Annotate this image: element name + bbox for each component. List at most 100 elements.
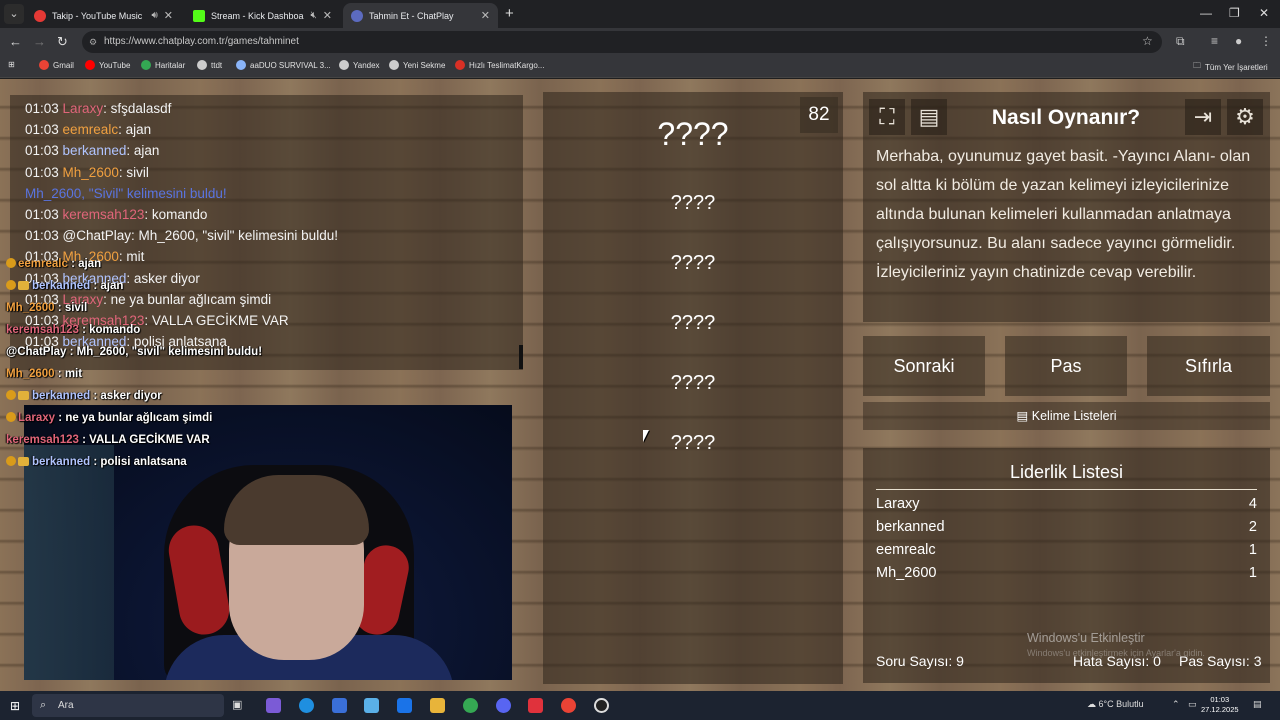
all-bookmarks[interactable]: 🗀︎ Tüm Yer İşaretleri	[1193, 60, 1268, 74]
overlay-chat-message: berkanned : ajan	[6, 280, 123, 292]
close-tab-icon[interactable]: ✕	[481, 9, 490, 22]
tab-kick-dashboard[interactable]: Stream - Kick Dashboard 🔇︎ ✕	[185, 3, 340, 28]
chat-message: 01:03 Laraxy: sfşdalasdf	[25, 101, 171, 116]
tab-chatplay[interactable]: Tahmin Et - ChatPlay ✕	[343, 3, 498, 28]
system-clock[interactable]: 01:03 27.12.2025	[1201, 695, 1239, 715]
windows-start-icon[interactable]: ⊞	[10, 699, 20, 713]
weather-widget[interactable]: ☁ 6°C Bulutlu	[1087, 699, 1144, 710]
player-name: Laraxy	[876, 496, 920, 512]
chatplay-icon	[351, 9, 363, 22]
close-window-icon[interactable]: ✕	[1259, 6, 1269, 20]
next-button[interactable]: Sonraki	[863, 336, 985, 396]
moderator-badge-icon	[6, 412, 16, 422]
store-icon[interactable]	[332, 698, 347, 713]
url-field[interactable]: ⚙ https://www.chatplay.com.tr/games/tahm…	[82, 31, 1162, 53]
bookmark-gmail[interactable]: Gmail	[39, 60, 74, 70]
forward-icon[interactable]: →	[33, 34, 46, 49]
restore-icon[interactable]: ❐	[1229, 6, 1240, 20]
overlay-username: @ChatPlay	[6, 346, 67, 358]
overlay-username: berkanned	[32, 456, 91, 468]
reset-button[interactable]: Sıfırla	[1147, 336, 1270, 396]
moderator-badge-icon	[6, 280, 16, 290]
profile-avatar-icon[interactable]: ●	[1235, 34, 1242, 48]
muted-speaker-icon[interactable]: 🔇︎	[310, 10, 316, 21]
chat-message: 01:03 Mh_2600: sivil	[25, 165, 149, 180]
leaderboard-row: eemrealc 1	[876, 542, 1257, 558]
overlay-username: berkanned	[32, 390, 91, 402]
clipboard-icon: ▤	[1016, 409, 1029, 423]
settings-icon[interactable]: ⚙	[1227, 99, 1263, 135]
close-tab-icon[interactable]: ✕	[164, 9, 173, 22]
new-tab-icon[interactable]: +	[505, 5, 514, 22]
chat-time: 01:03	[25, 101, 63, 116]
tab-search-button[interactable]: ⌄	[4, 4, 24, 24]
subscriber-badge-icon	[18, 457, 29, 466]
overlay-username: eemrealc	[18, 258, 68, 270]
chat-username[interactable]: Mh_2600	[63, 165, 119, 180]
browser-menu-icon[interactable]: ⋮	[1260, 34, 1272, 48]
speaker-icon[interactable]: 🔊︎	[151, 10, 157, 21]
chat-username[interactable]: keremsah123	[63, 207, 145, 222]
close-tab-icon[interactable]: ✕	[323, 9, 332, 22]
bookmark-yandex[interactable]: Yandex	[339, 60, 380, 70]
chat-scrollbar[interactable]	[519, 345, 523, 369]
reload-icon[interactable]: ↻	[57, 34, 68, 50]
fullscreen-icon[interactable]: ⛶	[869, 99, 905, 135]
player-score: 1	[1248, 565, 1257, 581]
chrome-active-icon[interactable]	[463, 698, 478, 713]
chat-message: 01:03 eemrealc: ajan	[25, 122, 151, 137]
bookmark-new-tab[interactable]: Yeni Sekme	[389, 60, 445, 70]
leaderboard-row: Mh_2600 1	[876, 565, 1257, 581]
app-red-icon[interactable]	[528, 698, 543, 713]
overlay-text: : sivil	[54, 302, 88, 314]
outlook-icon[interactable]	[397, 698, 412, 713]
network-icon[interactable]: ▭	[1188, 699, 1197, 710]
chat-text: : komando	[144, 207, 208, 222]
chat-username[interactable]: Laraxy	[63, 101, 104, 116]
back-icon[interactable]: ←	[9, 34, 22, 49]
folder-icon: 🗀︎	[1193, 61, 1201, 70]
chat-username[interactable]: eemrealc	[63, 122, 119, 137]
media-controls-icon[interactable]: ≡	[1211, 34, 1218, 48]
player-name: berkanned	[876, 519, 945, 535]
discord-icon[interactable]	[496, 698, 511, 713]
tab-bar: ⌄ Takip - YouTube Music 🔊︎ ✕ Stream - Ki…	[0, 0, 1280, 28]
chrome-icon[interactable]	[561, 698, 576, 713]
file-explorer-icon[interactable]	[430, 698, 445, 713]
edge-icon[interactable]	[299, 698, 314, 713]
taskbar-search[interactable]: ⌕ Ara	[32, 694, 224, 717]
site-info-icon[interactable]: ⚙	[89, 31, 97, 53]
bookmark-maps[interactable]: Haritalar	[141, 60, 185, 70]
player-score: 1	[1248, 542, 1257, 558]
forbidden-word: ????	[670, 192, 716, 214]
pass-button[interactable]: Pas	[1005, 336, 1127, 396]
gmail-icon	[39, 60, 49, 70]
chat-text: : asker diyor	[126, 270, 200, 286]
bookmark-duo-survival[interactable]: aaDUO SURVIVAL 3...	[236, 60, 331, 70]
bookmark-star-icon[interactable]: ☆	[1142, 34, 1153, 48]
teams-icon[interactable]	[364, 698, 379, 713]
moderator-badge-icon	[6, 390, 16, 400]
minimize-icon[interactable]: —	[1200, 6, 1212, 20]
extensions-icon[interactable]: ⧉	[1176, 34, 1185, 49]
player-score: 2	[1248, 519, 1257, 535]
obs-icon[interactable]	[594, 698, 609, 713]
task-view-icon[interactable]: ▣	[232, 698, 247, 713]
mouse-cursor-icon	[643, 430, 649, 442]
word-lists-button[interactable]: ▤ Kelime Listeleri	[863, 402, 1270, 430]
apps-icon[interactable]: ⊞	[8, 60, 15, 69]
bookmarks-bar: ⊞ Gmail YouTube Haritalar ttdt aaDUO SUR…	[0, 56, 1280, 78]
bookmark-ttdt[interactable]: ttdt	[197, 60, 222, 70]
bookmark-youtube[interactable]: YouTube	[85, 60, 130, 70]
notification-icon[interactable]: ▤	[1253, 699, 1262, 710]
error-count: Hata Sayısı: 0	[1073, 653, 1161, 669]
chat-username[interactable]: berkanned	[63, 143, 127, 158]
bookmark-cargo[interactable]: Hızlı TeslimatKargo...	[455, 60, 544, 70]
globe-icon	[236, 60, 246, 70]
copilot-icon[interactable]	[266, 698, 281, 713]
overlay-username: Mh_2600	[6, 302, 55, 314]
chat-username[interactable]: @ChatPlay	[63, 228, 131, 243]
tray-chevron-icon[interactable]: ⌃	[1172, 699, 1180, 710]
overlay-username: Mh_2600	[6, 368, 55, 380]
tab-youtube-music[interactable]: Takip - YouTube Music 🔊︎ ✕	[26, 3, 181, 28]
